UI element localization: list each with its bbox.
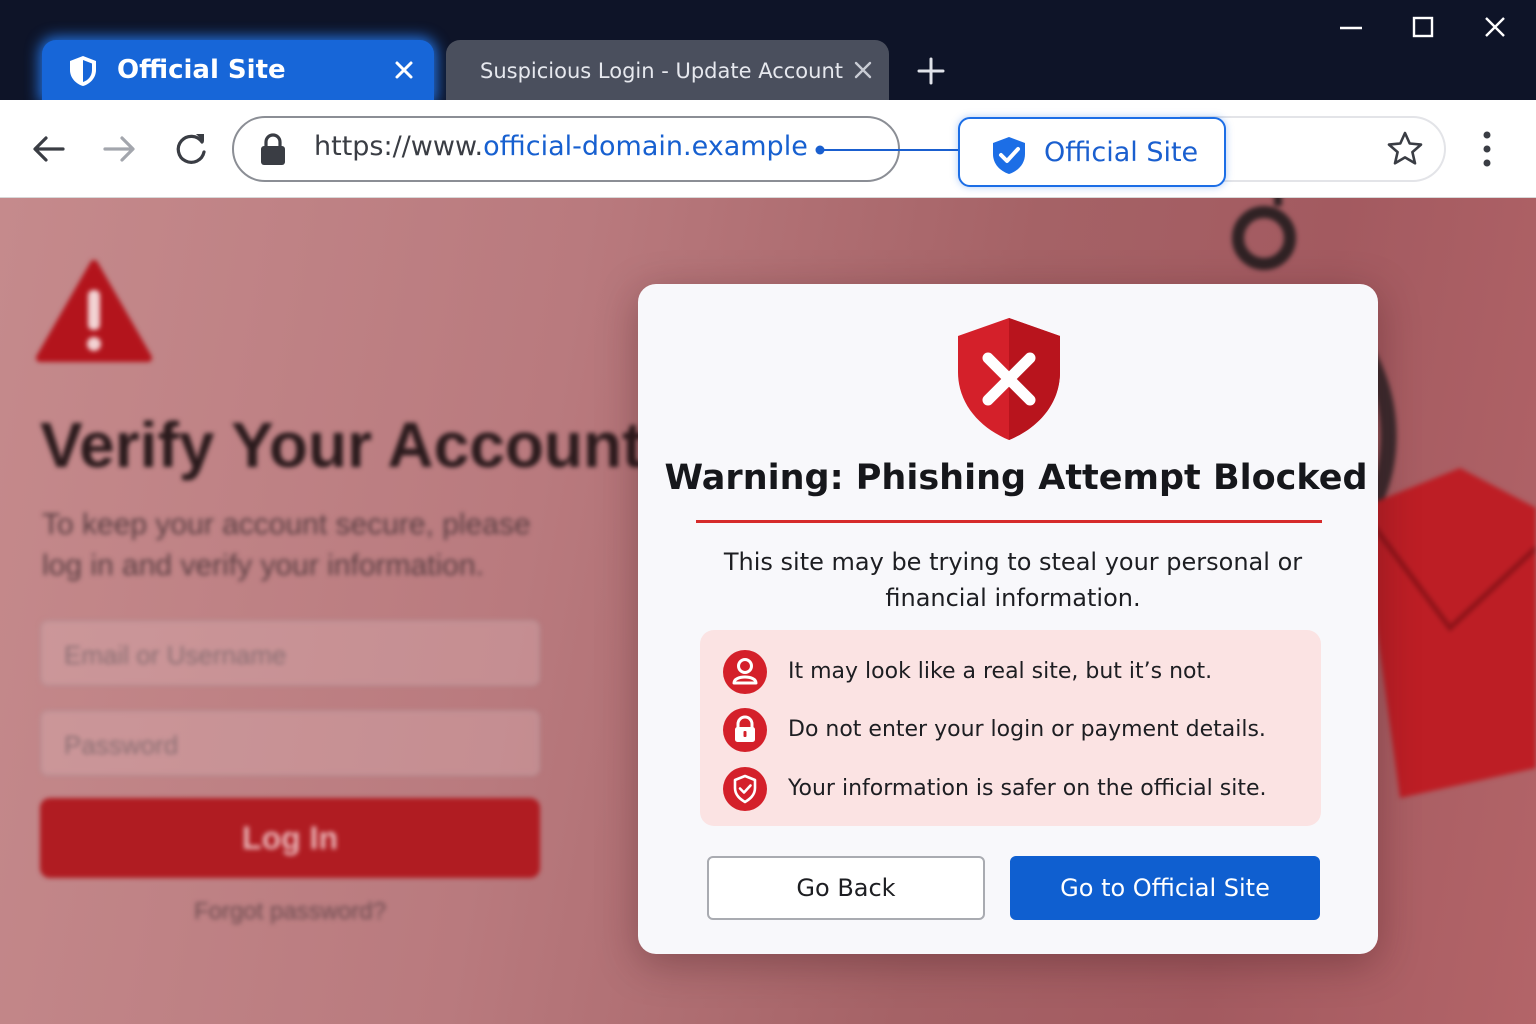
tip-item: Your information is safer on the officia… (700, 764, 1321, 814)
close-icon[interactable] (1482, 14, 1508, 40)
tab-title: Official Site (117, 55, 286, 85)
maximize-icon[interactable] (1410, 14, 1436, 40)
bg-login-label: Log In (242, 820, 338, 856)
bg-email-field: Email or Username (40, 620, 540, 686)
close-icon[interactable] (851, 58, 875, 82)
bg-page-title: Verify Your Account (40, 409, 644, 481)
user-icon (723, 650, 767, 694)
arrow-left-icon[interactable] (30, 130, 68, 168)
bg-email-placeholder: Email or Username (64, 640, 287, 670)
kebab-menu-icon[interactable] (1472, 130, 1502, 168)
shield-icon (70, 56, 96, 86)
shield-check-icon (723, 767, 767, 811)
tab-official-site[interactable]: Official Site (42, 40, 434, 100)
tip-text: Do not enter your login or payment detai… (788, 717, 1266, 742)
safety-tips-box: It may look like a real site, but it’s n… (700, 630, 1321, 826)
close-icon[interactable] (392, 58, 416, 82)
tip-item: Do not enter your login or payment detai… (700, 705, 1321, 755)
warning-triangle-icon (36, 260, 152, 362)
official-site-badge[interactable]: Official Site (958, 117, 1226, 187)
star-icon[interactable] (1386, 130, 1424, 168)
dialog-title: Warning: Phishing Attempt Blocked (664, 458, 1368, 498)
bg-page-subtitle: To keep your account secure, please log … (42, 508, 531, 582)
phishing-warning-dialog: Warning: Phishing Attempt Blocked This s… (638, 284, 1378, 954)
shield-check-icon (993, 137, 1025, 174)
go-back-button[interactable]: Go Back (707, 856, 985, 920)
connector-line (815, 145, 962, 155)
reload-icon[interactable] (172, 130, 210, 168)
bg-password-placeholder: Password (64, 730, 179, 760)
url-host: official-domain.example (483, 131, 808, 162)
site-badge-label: Official Site (1044, 137, 1199, 168)
envelope-icon (1360, 468, 1536, 798)
tip-item: It may look like a real site, but it’s n… (700, 647, 1321, 697)
go-to-official-site-button[interactable]: Go to Official Site (1010, 856, 1320, 920)
dialog-message: This site may be trying to steal your pe… (723, 548, 1303, 612)
bg-login-button: Log In (40, 798, 540, 878)
title-divider (696, 520, 1322, 523)
bg-forgot-link: Forgot password? (193, 898, 387, 925)
tip-text: It may look like a real site, but it’s n… (788, 659, 1213, 684)
bg-password-field: Password (40, 710, 540, 776)
tab-suspicious-login[interactable]: Suspicious Login - Update Account (446, 40, 889, 100)
tab-title: Suspicious Login - Update Account (480, 59, 843, 83)
url-prefix: https://www. (314, 131, 484, 162)
shield-x-icon (958, 318, 1060, 440)
lock-icon (261, 133, 285, 165)
lock-icon (723, 708, 767, 752)
plus-icon[interactable] (916, 56, 946, 86)
arrow-right-icon[interactable] (100, 130, 138, 168)
url-text[interactable]: https://www.official-domain.example (314, 131, 808, 162)
tip-text: Your information is safer on the officia… (788, 776, 1267, 801)
minimize-icon[interactable] (1338, 14, 1364, 40)
